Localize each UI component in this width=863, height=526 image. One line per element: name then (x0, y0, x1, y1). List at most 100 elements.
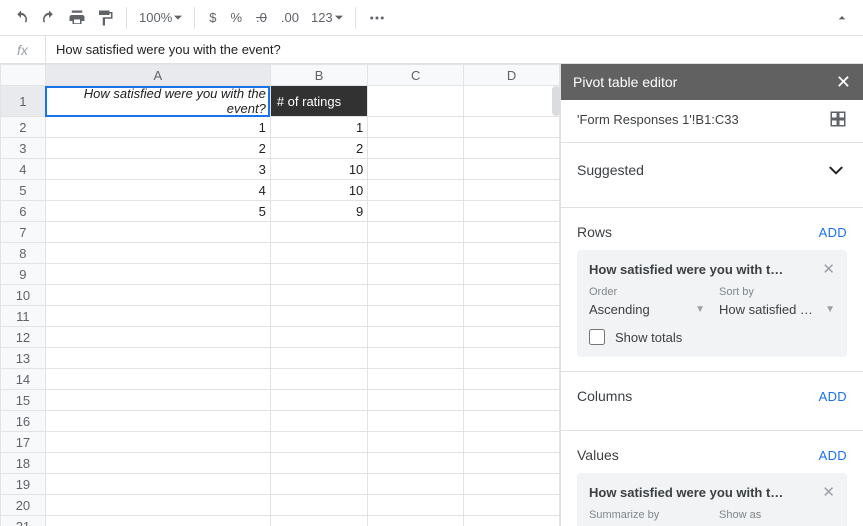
cell-a18[interactable] (45, 453, 270, 474)
print-button[interactable] (64, 5, 90, 31)
cell-b3[interactable]: 2 (270, 138, 367, 159)
cell-c10[interactable] (368, 285, 464, 306)
cell-a1[interactable]: How satisfied were you with the event? (45, 86, 270, 117)
rows-field-remove-button[interactable]: ✕ (822, 260, 835, 278)
percent-button[interactable]: % (224, 10, 248, 25)
row-header-21[interactable]: 21 (1, 516, 46, 526)
cell-d1[interactable] (464, 86, 560, 117)
cell-b2[interactable]: 1 (270, 117, 367, 138)
cell-c1[interactable] (368, 86, 464, 117)
cell-a9[interactable] (45, 264, 270, 285)
cell-b12[interactable] (270, 327, 367, 348)
row-header-16[interactable]: 16 (1, 411, 46, 432)
row-header-9[interactable]: 9 (1, 264, 46, 285)
cell-c11[interactable] (368, 306, 464, 327)
cell-b13[interactable] (270, 348, 367, 369)
row-header-5[interactable]: 5 (1, 180, 46, 201)
suggested-toggle[interactable] (825, 159, 847, 181)
cell-a7[interactable] (45, 222, 270, 243)
cell-b16[interactable] (270, 411, 367, 432)
cell-c4[interactable] (368, 159, 464, 180)
cell-c3[interactable] (368, 138, 464, 159)
cell-b9[interactable] (270, 264, 367, 285)
cell-c18[interactable] (368, 453, 464, 474)
cell-c12[interactable] (368, 327, 464, 348)
cell-d8[interactable] (464, 243, 560, 264)
row-header-18[interactable]: 18 (1, 453, 46, 474)
cell-a13[interactable] (45, 348, 270, 369)
cell-b10[interactable] (270, 285, 367, 306)
cell-b15[interactable] (270, 390, 367, 411)
cell-b7[interactable] (270, 222, 367, 243)
cell-a19[interactable] (45, 474, 270, 495)
pivot-range-input[interactable]: 'Form Responses 1'!B1:C33 (577, 112, 821, 127)
cell-a3[interactable]: 2 (45, 138, 270, 159)
rows-sortby-dropdown[interactable]: How satisfied …▼ (719, 302, 835, 317)
row-header-4[interactable]: 4 (1, 159, 46, 180)
row-header-13[interactable]: 13 (1, 348, 46, 369)
values-add-button[interactable]: ADD (819, 448, 847, 463)
cell-a17[interactable] (45, 432, 270, 453)
cell-a8[interactable] (45, 243, 270, 264)
select-range-button[interactable] (829, 110, 847, 128)
cell-c6[interactable] (368, 201, 464, 222)
row-header-15[interactable]: 15 (1, 390, 46, 411)
paint-format-button[interactable] (92, 5, 118, 31)
spreadsheet[interactable]: ABCD1How satisfied were you with the eve… (0, 64, 560, 526)
cell-d14[interactable] (464, 369, 560, 390)
cell-a14[interactable] (45, 369, 270, 390)
row-header-14[interactable]: 14 (1, 369, 46, 390)
collapse-toolbar-button[interactable] (829, 5, 855, 31)
cell-d6[interactable] (464, 201, 560, 222)
cell-d2[interactable] (464, 117, 560, 138)
cell-c8[interactable] (368, 243, 464, 264)
cell-c17[interactable] (368, 432, 464, 453)
zoom-dropdown[interactable]: 100% (135, 10, 186, 25)
cell-d5[interactable] (464, 180, 560, 201)
cell-b19[interactable] (270, 474, 367, 495)
column-header-c[interactable]: C (368, 65, 464, 86)
row-header-8[interactable]: 8 (1, 243, 46, 264)
cell-d11[interactable] (464, 306, 560, 327)
close-pivot-editor-button[interactable]: ✕ (836, 73, 851, 91)
row-header-19[interactable]: 19 (1, 474, 46, 495)
rows-show-totals-input[interactable] (589, 329, 605, 345)
cell-d20[interactable] (464, 495, 560, 516)
cell-b18[interactable] (270, 453, 367, 474)
row-header-6[interactable]: 6 (1, 201, 46, 222)
row-header-10[interactable]: 10 (1, 285, 46, 306)
corner-cell[interactable] (1, 65, 46, 86)
row-header-3[interactable]: 3 (1, 138, 46, 159)
rows-show-totals-checkbox[interactable]: Show totals (589, 329, 835, 345)
row-header-7[interactable]: 7 (1, 222, 46, 243)
cell-b5[interactable]: 10 (270, 180, 367, 201)
increase-decimal-button[interactable]: .00 (275, 10, 305, 25)
row-header-11[interactable]: 11 (1, 306, 46, 327)
cell-b4[interactable]: 10 (270, 159, 367, 180)
cell-a2[interactable]: 1 (45, 117, 270, 138)
more-tools-button[interactable] (364, 5, 390, 31)
cell-b17[interactable] (270, 432, 367, 453)
column-header-b[interactable]: B (270, 65, 367, 86)
column-header-d[interactable]: D (464, 65, 560, 86)
cell-d3[interactable] (464, 138, 560, 159)
row-header-12[interactable]: 12 (1, 327, 46, 348)
cell-d19[interactable] (464, 474, 560, 495)
cell-a21[interactable] (45, 516, 270, 526)
cell-b6[interactable]: 9 (270, 201, 367, 222)
cell-b20[interactable] (270, 495, 367, 516)
cell-c5[interactable] (368, 180, 464, 201)
cell-c19[interactable] (368, 474, 464, 495)
cell-a12[interactable] (45, 327, 270, 348)
cell-d7[interactable] (464, 222, 560, 243)
cell-b1[interactable]: # of ratings (270, 86, 367, 117)
cell-d15[interactable] (464, 390, 560, 411)
cell-b8[interactable] (270, 243, 367, 264)
cell-d16[interactable] (464, 411, 560, 432)
undo-button[interactable] (8, 5, 34, 31)
cell-a11[interactable] (45, 306, 270, 327)
redo-button[interactable] (36, 5, 62, 31)
cell-a20[interactable] (45, 495, 270, 516)
cell-b14[interactable] (270, 369, 367, 390)
row-header-17[interactable]: 17 (1, 432, 46, 453)
